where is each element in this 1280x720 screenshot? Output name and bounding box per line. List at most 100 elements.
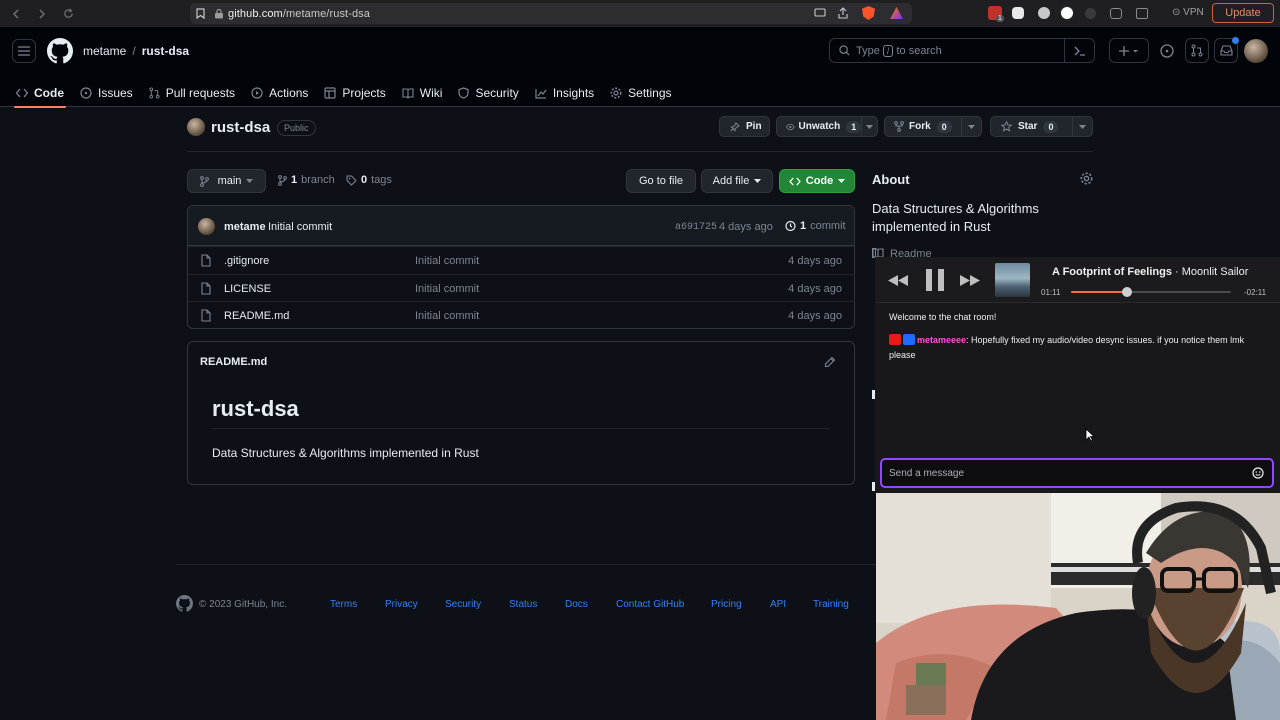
tab-pull-requests[interactable]: Pull requests xyxy=(149,79,235,107)
chevron-down-icon[interactable] xyxy=(1072,117,1092,136)
paw-extension-icon[interactable] xyxy=(1038,7,1050,19)
footer-link-pricing[interactable]: Pricing xyxy=(711,599,742,610)
tab-code[interactable]: Code xyxy=(14,79,66,108)
repo-title[interactable]: rust-dsa xyxy=(211,119,270,136)
brave-shield-icon[interactable] xyxy=(862,6,875,20)
pencil-icon[interactable] xyxy=(824,356,836,368)
tags-link[interactable]: 0 tags xyxy=(346,174,392,186)
footer-link-security[interactable]: Security xyxy=(445,599,481,610)
chevron-down-icon[interactable] xyxy=(961,117,981,136)
share-icon[interactable] xyxy=(838,7,848,19)
commit-count-link[interactable]: 1 commit xyxy=(784,220,846,232)
file-icon xyxy=(201,281,211,295)
notification-dot-icon xyxy=(1232,37,1239,44)
fork-button[interactable]: Fork 0 xyxy=(884,116,982,137)
tab-settings[interactable]: Settings xyxy=(610,79,672,107)
puzzle-extension-icon[interactable] xyxy=(1085,8,1096,19)
go-to-file-button[interactable]: Go to file xyxy=(626,169,696,193)
chat-input-box[interactable] xyxy=(880,458,1274,488)
back-icon[interactable] xyxy=(10,8,22,20)
previous-track-icon[interactable] xyxy=(888,275,908,286)
branch-selector[interactable]: main xyxy=(187,169,266,193)
footer-link-status[interactable]: Status xyxy=(509,599,537,610)
pull-requests-button[interactable] xyxy=(1185,38,1209,63)
issue-icon xyxy=(80,87,92,99)
unwatch-button[interactable]: Unwatch 1 xyxy=(776,116,878,137)
code-button[interactable]: Code xyxy=(779,169,855,193)
search-placeholder: Type / to search xyxy=(856,44,942,57)
pause-icon[interactable] xyxy=(925,269,945,291)
play-icon xyxy=(251,87,263,99)
tab-projects[interactable]: Projects xyxy=(324,79,386,107)
forward-icon[interactable] xyxy=(36,8,48,20)
file-commit-message[interactable]: Initial commit xyxy=(415,255,479,267)
pin-button[interactable]: Pin xyxy=(719,116,770,137)
commit-hash[interactable]: a691725 xyxy=(675,222,717,233)
next-track-icon[interactable] xyxy=(960,275,980,286)
footer-link-terms[interactable]: Terms xyxy=(330,599,357,610)
table-row[interactable]: LICENSE Initial commit 4 days ago xyxy=(188,273,854,302)
star-button[interactable]: Star 0 xyxy=(990,116,1093,137)
tab-actions[interactable]: Actions xyxy=(251,79,308,107)
owner-link[interactable]: metame xyxy=(83,44,126,58)
tab-wiki[interactable]: Wiki xyxy=(402,79,443,107)
chevron-down-icon[interactable] xyxy=(861,117,877,136)
add-file-button[interactable]: Add file xyxy=(701,169,773,193)
tab-security[interactable]: Security xyxy=(458,79,519,107)
address-bar[interactable]: github.com/metame/rust-dsa xyxy=(190,3,912,24)
inbox-button[interactable] xyxy=(1214,37,1239,63)
issues-button[interactable] xyxy=(1156,38,1178,63)
vpn-toggle[interactable]: ⊙ VPN xyxy=(1172,7,1204,18)
file-commit-message[interactable]: Initial commit xyxy=(415,283,479,295)
chevron-down-icon xyxy=(754,179,762,183)
menu-button[interactable] xyxy=(12,39,36,63)
file-name[interactable]: README.md xyxy=(224,310,289,322)
table-row[interactable]: .gitignore Initial commit 4 days ago xyxy=(188,246,854,274)
footer-link-api[interactable]: API xyxy=(770,599,786,610)
readme-panel: README.md rust-dsa Data Structures & Alg… xyxy=(187,341,855,485)
reload-icon[interactable] xyxy=(62,8,74,20)
bookmark-icon[interactable] xyxy=(196,8,205,19)
chat-extension-icon[interactable] xyxy=(1012,7,1024,19)
file-name[interactable]: .gitignore xyxy=(224,255,269,267)
command-palette-button[interactable] xyxy=(1064,39,1094,62)
gear-icon[interactable] xyxy=(1080,172,1093,185)
chat-input[interactable] xyxy=(889,467,1239,479)
seek-bar[interactable] xyxy=(1071,287,1231,297)
readme-filename[interactable]: README.md xyxy=(200,356,267,368)
sidebar-toggle-icon[interactable] xyxy=(1110,8,1122,19)
tab-label: Wiki xyxy=(419,86,443,100)
wallet-icon[interactable] xyxy=(1136,8,1148,19)
user-avatar[interactable] xyxy=(1244,39,1268,63)
chat-username[interactable]: metameeee xyxy=(917,335,966,345)
webcam-feed xyxy=(876,493,1280,720)
update-button[interactable]: Update xyxy=(1212,3,1274,23)
file-commit-message[interactable]: Initial commit xyxy=(415,310,479,322)
footer-link-docs[interactable]: Docs xyxy=(565,599,588,610)
readme-description: Data Structures & Algorithms implemented… xyxy=(212,446,479,460)
seek-handle[interactable] xyxy=(1122,287,1132,297)
repo-link[interactable]: rust-dsa xyxy=(142,44,189,58)
file-toolbar: main 1 branch 0 tags Go to file Add file C… xyxy=(187,169,855,193)
tab-insights[interactable]: Insights xyxy=(535,79,594,107)
emoji-icon[interactable] xyxy=(1252,467,1264,479)
tab-issues[interactable]: Issues xyxy=(80,79,133,107)
footer-link-training[interactable]: Training xyxy=(813,599,849,610)
branches-link[interactable]: 1 branch xyxy=(278,174,335,186)
search-input[interactable]: Type / to search xyxy=(829,38,1095,63)
github-mark-icon[interactable] xyxy=(176,595,193,612)
shield-icon xyxy=(458,87,470,99)
create-new-button[interactable] xyxy=(1109,38,1149,63)
brave-rewards-icon[interactable] xyxy=(890,7,903,19)
commit-message[interactable]: Initial commit xyxy=(268,221,332,233)
file-name[interactable]: LICENSE xyxy=(224,283,271,295)
footer-link-contact[interactable]: Contact GitHub xyxy=(616,599,684,610)
github-logo[interactable] xyxy=(47,38,73,64)
plus-icon xyxy=(1119,45,1138,56)
profile-extension-icon[interactable] xyxy=(1059,5,1075,21)
footer-link-privacy[interactable]: Privacy xyxy=(385,599,418,610)
cast-icon[interactable] xyxy=(814,8,826,18)
tab-label: Actions xyxy=(269,86,309,100)
commit-author[interactable]: metame xyxy=(224,221,266,233)
table-row[interactable]: README.md Initial commit 4 days ago xyxy=(188,301,854,328)
